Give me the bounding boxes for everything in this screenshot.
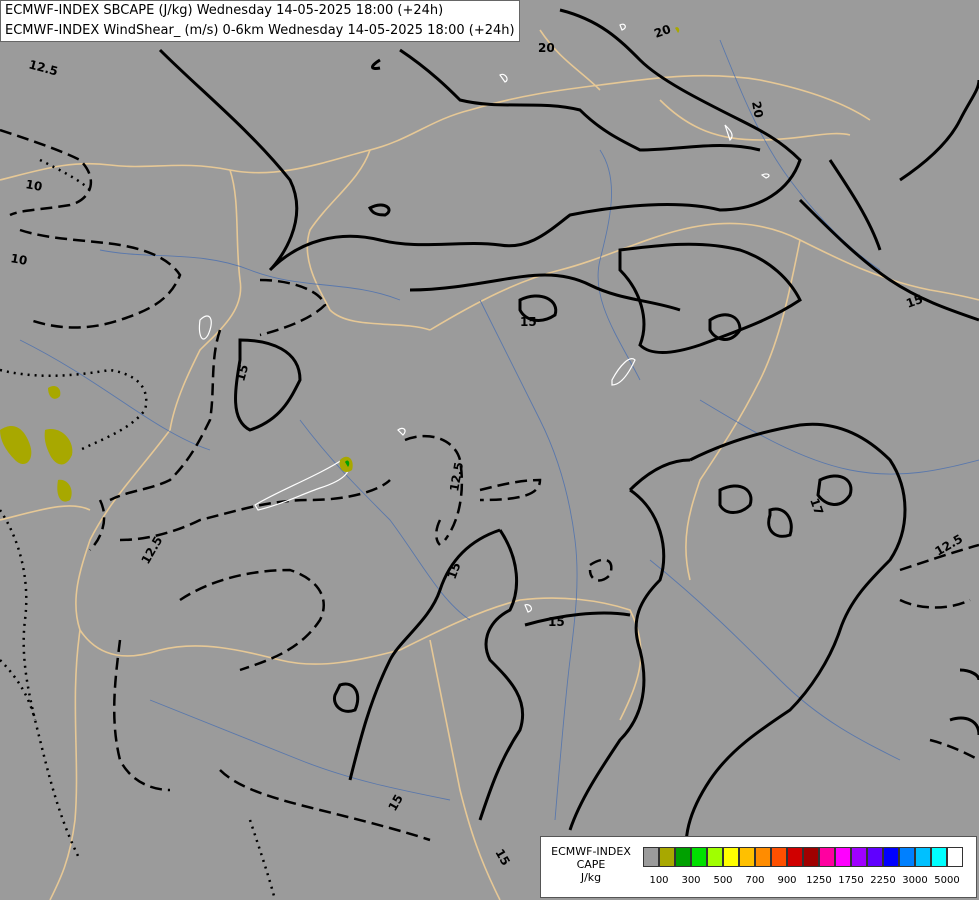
contour-label: 15 xyxy=(445,561,464,581)
map-title-windshear: ECMWF-INDEX WindShear_ (m/s) 0-6km Wedne… xyxy=(5,23,515,38)
legend-swatch xyxy=(899,847,915,867)
legend-swatch xyxy=(915,847,931,867)
contour-label: 20 xyxy=(749,100,766,119)
contour-labels: 12.5 10 10 20 20 20 15 15 15 12.5 15 12.… xyxy=(9,22,965,868)
map-title-box: ECMWF-INDEX SBCAPE (J/kg) Wednesday 14-0… xyxy=(0,0,520,42)
wind-shear-contours-dashed xyxy=(0,128,979,842)
weather-map: 12.5 10 10 20 20 20 15 15 15 12.5 15 12.… xyxy=(0,8,979,900)
legend-swatch xyxy=(947,847,963,867)
legend-tick-label: 1250 xyxy=(806,875,832,886)
contour-label: 20 xyxy=(652,22,672,41)
cape-legend: ECMWF-INDEX CAPE J/kg 100 300 500 700 900 125… xyxy=(540,836,977,898)
legend-tick-label: 5000 xyxy=(934,875,960,886)
map-title-cape: ECMWF-INDEX SBCAPE (J/kg) Wednesday 14-0… xyxy=(5,3,444,18)
legend-title-line: J/kg xyxy=(580,871,602,884)
contour-label: 10 xyxy=(9,251,28,268)
contour-label: 12.5 xyxy=(27,57,59,78)
legend-swatch xyxy=(819,847,835,867)
legend-swatch xyxy=(739,847,755,867)
wind-shear-contours-dotted xyxy=(0,158,277,900)
legend-swatch xyxy=(675,847,691,867)
legend-swatch xyxy=(659,847,675,867)
legend-swatch xyxy=(771,847,787,867)
legend-swatch xyxy=(707,847,723,867)
legend-swatch xyxy=(867,847,883,867)
legend-swatch xyxy=(643,847,659,867)
contour-label: 15 xyxy=(233,363,251,383)
contour-label: 15 xyxy=(548,615,565,629)
legend-swatches xyxy=(643,847,963,867)
cape-outlines-white xyxy=(198,23,770,613)
legend-swatch xyxy=(755,847,771,867)
legend-swatch xyxy=(723,847,739,867)
legend-tick-label: 100 xyxy=(649,875,669,886)
legend-swatch xyxy=(931,847,947,867)
legend-swatch xyxy=(883,847,899,867)
contour-label: 15 xyxy=(904,292,924,311)
legend-swatch xyxy=(835,847,851,867)
contour-label: 15 xyxy=(385,792,405,813)
legend-title-line: ECMWF-INDEX xyxy=(551,845,631,858)
country-borders xyxy=(0,29,979,900)
contour-label: 12.5 xyxy=(447,461,466,493)
contour-label: 15 xyxy=(492,847,512,868)
rivers xyxy=(19,39,979,821)
wind-shear-contours-solid xyxy=(158,8,979,871)
legend-tick-label: 700 xyxy=(745,875,765,886)
legend-tick-label: 2250 xyxy=(870,875,896,886)
legend-title-line: CAPE xyxy=(576,858,606,871)
legend-swatch xyxy=(851,847,867,867)
legend-tick-label: 1750 xyxy=(838,875,864,886)
legend-swatch xyxy=(803,847,819,867)
legend-swatch xyxy=(691,847,707,867)
contour-label: 10 xyxy=(24,177,43,194)
contour-label: 12.5 xyxy=(933,532,966,559)
legend-swatch xyxy=(787,847,803,867)
legend-tick-label: 3000 xyxy=(902,875,928,886)
legend-tick-label: 300 xyxy=(681,875,701,886)
legend-tick-label: 500 xyxy=(713,875,733,886)
legend-tick-label: 900 xyxy=(777,875,797,886)
contour-label: 20 xyxy=(538,41,555,55)
contour-label: 15 xyxy=(520,315,537,329)
legend-title: ECMWF-INDEX CAPE J/kg xyxy=(541,845,641,884)
